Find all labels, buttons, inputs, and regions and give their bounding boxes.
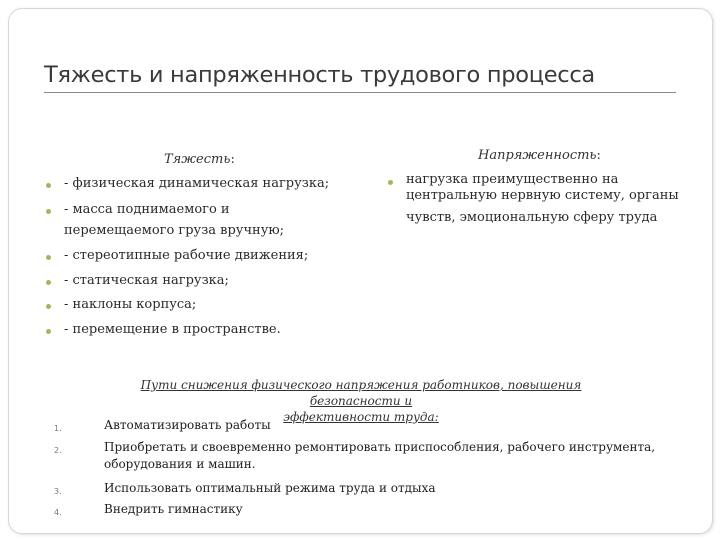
- list-number: 3.: [54, 487, 62, 496]
- list-item: Автоматизировать работы: [104, 418, 271, 432]
- bullet-dot-icon: [46, 255, 51, 260]
- right-item-line: нагрузка преимущественно на: [406, 172, 619, 187]
- list-item: - масса поднимаемого и: [64, 202, 230, 217]
- list-item: - перемещение в пространстве.: [64, 322, 281, 337]
- right-heading-colon: :: [596, 148, 601, 163]
- list-item: - физическая динамическая нагрузка;: [64, 176, 330, 191]
- bullet-dot-icon: [46, 183, 51, 188]
- right-column-heading: Напряженность:: [478, 148, 601, 163]
- right-heading-text: Напряженность: [478, 148, 597, 163]
- bullet-dot-icon: [46, 329, 51, 334]
- right-item-line: центральную нервную систему, органы: [406, 188, 679, 203]
- slide-title: Тяжесть и напряженность трудового процес…: [44, 62, 595, 88]
- left-heading-colon: :: [230, 152, 235, 167]
- bullet-dot-icon: [388, 180, 393, 185]
- list-number: 1.: [54, 424, 62, 433]
- bullet-dot-icon: [46, 209, 51, 214]
- paths-heading-line: Пути снижения физического напряжения раб…: [140, 378, 582, 408]
- list-number: 2.: [54, 446, 62, 455]
- list-item: - наклоны корпуса;: [64, 297, 197, 312]
- list-item-continuation: оборудования и машин.: [104, 457, 256, 471]
- left-column-heading: Тяжесть:: [164, 152, 235, 167]
- title-divider: [44, 92, 676, 93]
- list-item: - стереотипные рабочие движения;: [64, 248, 309, 263]
- list-item: Приобретать и своевременно ремонтировать…: [104, 440, 656, 454]
- list-item: Внедрить гимнастику: [104, 502, 243, 516]
- list-number: 4.: [54, 508, 62, 517]
- bullet-dot-icon: [46, 304, 51, 309]
- bullet-dot-icon: [46, 280, 51, 285]
- right-item-line: чувств, эмоциональную сферу труда: [406, 210, 658, 225]
- list-item: - статическая нагрузка;: [64, 273, 229, 288]
- list-item: Использовать оптимальный режима труда и …: [104, 481, 436, 495]
- left-heading-text: Тяжесть: [164, 152, 231, 167]
- list-item-continuation: перемещаемого груза вручную;: [64, 223, 285, 238]
